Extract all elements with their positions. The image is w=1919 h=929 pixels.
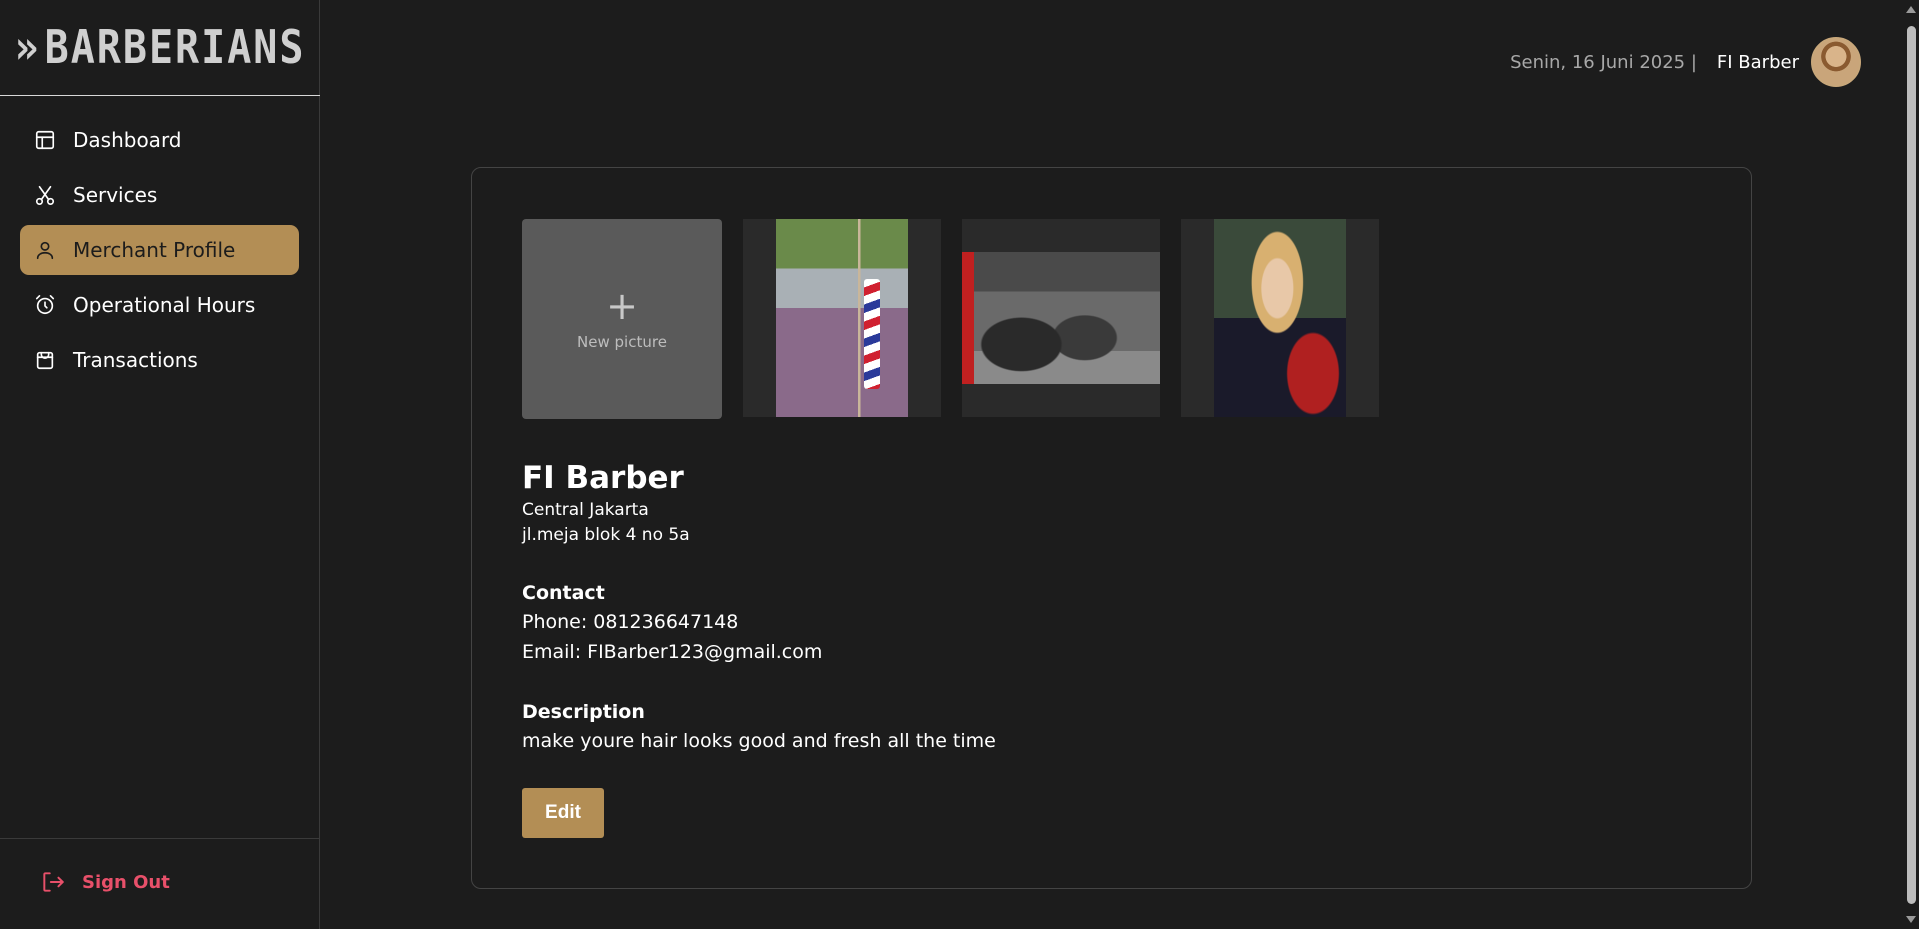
sidebar-item-label: Merchant Profile [73, 238, 236, 262]
new-picture-button[interactable]: + New picture [522, 219, 722, 419]
scissors-icon [34, 184, 56, 206]
contact-heading: Contact [522, 582, 605, 604]
sidebar-item-operational-hours[interactable]: Operational Hours [20, 280, 299, 330]
gallery-photo[interactable] [1181, 219, 1379, 417]
new-picture-label: New picture [577, 333, 667, 351]
header-user-name: FI Barber [1716, 51, 1799, 73]
sidebar-item-services[interactable]: Services [20, 170, 299, 220]
merchant-profile-card: + New picture FI Barber Central Jakarta … [471, 167, 1752, 889]
merchant-description: make youre hair looks good and fresh all… [522, 730, 996, 752]
photo-gallery: + New picture [522, 219, 1379, 419]
plus-icon: + [606, 284, 638, 328]
sidebar-item-dashboard[interactable]: Dashboard [20, 115, 299, 165]
logo-mark-icon: » [14, 21, 41, 74]
alarm-clock-icon [34, 294, 56, 316]
sidebar-item-merchant-profile[interactable]: Merchant Profile [20, 225, 299, 275]
user-icon [34, 239, 56, 261]
sidebar: » BARBERIANS Dashboard Services Merchant… [0, 0, 320, 929]
logout-icon [43, 872, 64, 892]
merchant-name: FI Barber [522, 460, 684, 496]
merchant-email: Email: FIBarber123@gmail.com [522, 641, 823, 663]
sidebar-item-label: Operational Hours [73, 293, 256, 317]
avatar[interactable] [1811, 37, 1861, 87]
barber-pole-photo [776, 219, 908, 417]
scroll-thumb[interactable] [1907, 26, 1916, 904]
gallery-photo[interactable] [743, 219, 941, 417]
current-date: Senin, 16 Juni 2025 | [1510, 51, 1697, 73]
merchant-phone: Phone: 081236647148 [522, 611, 739, 633]
brand-logo[interactable]: » BARBERIANS [0, 0, 320, 96]
app-root: » BARBERIANS Dashboard Services Merchant… [0, 0, 1919, 929]
sidebar-item-transactions[interactable]: Transactions [20, 335, 299, 385]
sidebar-item-label: Dashboard [73, 128, 182, 152]
sidebar-item-label: Transactions [73, 348, 198, 372]
shopping-bag-icon [34, 349, 56, 371]
merchant-address: jl.meja blok 4 no 5a [522, 525, 690, 545]
sign-out-button[interactable]: Sign Out [40, 869, 170, 895]
merchant-city: Central Jakarta [522, 500, 649, 520]
layout-icon [34, 129, 56, 151]
signout-section: Sign Out [0, 838, 320, 929]
barbershop-interior-photo [962, 252, 1160, 384]
woman-in-barber-chair-photo [1214, 219, 1346, 417]
edit-button[interactable]: Edit [522, 788, 604, 838]
page-scrollbar[interactable] [1904, 0, 1919, 929]
top-header: Senin, 16 Juni 2025 | FI Barber [1510, 36, 1861, 88]
scroll-up-arrow-icon[interactable] [1906, 6, 1916, 13]
scroll-down-arrow-icon[interactable] [1906, 916, 1916, 923]
sign-out-label: Sign Out [82, 871, 170, 893]
logo-text: » BARBERIANS [14, 21, 306, 74]
description-heading: Description [522, 701, 645, 723]
gallery-photo[interactable] [962, 219, 1160, 417]
sidebar-nav: Dashboard Services Merchant Profile Oper… [20, 115, 299, 390]
sidebar-item-label: Services [73, 183, 158, 207]
